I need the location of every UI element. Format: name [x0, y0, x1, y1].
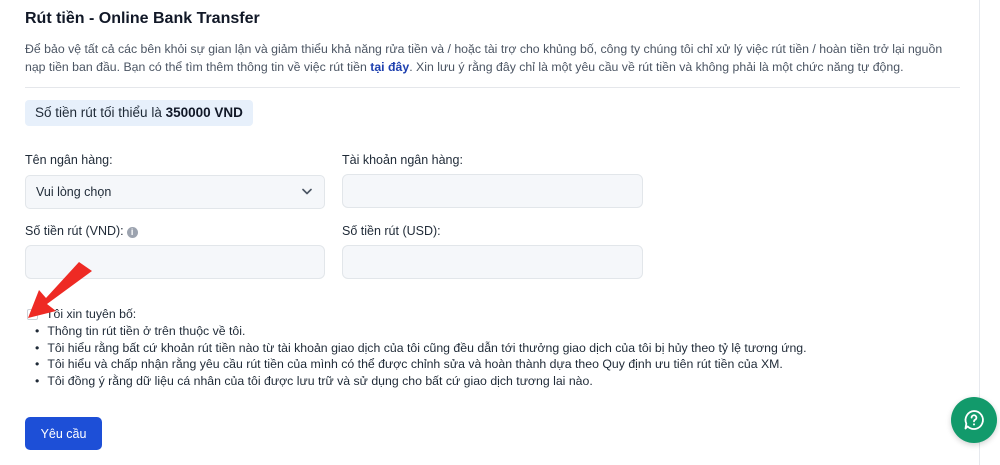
bank-name-label: Tên ngân hàng: — [25, 153, 113, 167]
page-title: Rút tiền - Online Bank Transfer — [25, 10, 260, 27]
page-description: Để bảo vệ tất cả các bên khỏi sự gian lậ… — [25, 40, 960, 76]
bank-account-input[interactable] — [342, 174, 643, 208]
submit-request-button[interactable]: Yêu cầu — [25, 417, 102, 450]
declaration-list: Thông tin rút tiền ở trên thuộc về tôi. … — [35, 323, 807, 390]
section-divider — [25, 87, 960, 88]
list-item: Tôi hiểu và chấp nhận rằng yêu cầu rút t… — [35, 356, 807, 373]
help-icon — [964, 410, 984, 430]
bank-account-label: Tài khoản ngân hàng: — [342, 153, 463, 167]
bank-name-select[interactable]: Vui lòng chọn — [25, 175, 325, 209]
amount-usd-label: Số tiền rút (USD): — [342, 224, 441, 238]
minimum-amount-prefix: Số tiền rút tối thiểu là — [35, 105, 166, 120]
list-item: Tôi hiểu rằng bất cứ khoản rút tiền nào … — [35, 340, 806, 357]
bank-name-select-value: Vui lòng chọn — [36, 185, 112, 199]
chevron-down-icon — [302, 176, 312, 221]
minimum-amount-value: 350000 VND — [165, 105, 243, 120]
list-item: Thông tin rút tiền ở trên thuộc về tôi. — [35, 323, 807, 340]
content-right-border — [979, 0, 980, 465]
red-arrow-annotation — [28, 262, 92, 318]
info-icon[interactable]: i — [126, 227, 138, 238]
help-button[interactable] — [951, 397, 997, 443]
description-text-end: . Xin lưu ý rằng đây chỉ là một yêu cầu … — [409, 60, 904, 74]
amount-usd-input[interactable] — [342, 245, 643, 279]
minimum-amount-badge: Số tiền rút tối thiểu là 350000 VND — [25, 100, 253, 126]
withdrawal-page: Rút tiền - Online Bank Transfer Để bảo v… — [0, 0, 1000, 465]
amount-vnd-label: Số tiền rút (VND): — [25, 224, 124, 238]
amount-vnd-label-row: Số tiền rút (VND): i — [25, 224, 138, 238]
list-item: Tôi đồng ý rằng dữ liệu cá nhân của tôi … — [35, 373, 807, 390]
info-link[interactable]: tại đây — [370, 60, 409, 74]
